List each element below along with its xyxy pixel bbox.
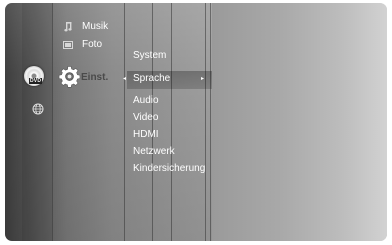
photo-icon [63,41,73,49]
column-divider [52,3,53,241]
submenu-item-hdmi[interactable]: HDMI [133,129,159,141]
submenu-item-video[interactable]: Video [133,112,158,124]
menu-item-settings-label: Einst. [81,72,109,83]
gear-icon [58,66,81,88]
tv-screen: Musik Foto System DVD Einst. ◂ Sprache ▸… [5,3,387,241]
left-arrow-icon: ◂ [123,76,127,82]
menu-item-photo-label: Foto [82,39,103,50]
submenu-item-netzwerk[interactable]: Netzwerk [133,146,175,158]
column-divider [124,3,125,241]
info-panel [212,3,387,241]
menu-item-settings[interactable] [58,65,81,88]
music-note-icon [64,22,72,32]
submenu-item-kindersicherung[interactable]: Kindersicherung [133,163,205,175]
globe-icon[interactable] [32,103,44,115]
right-arrow-icon: ▸ [201,76,205,82]
column-divider [171,3,172,241]
submenu-system-label: System [133,50,167,61]
column-divider [205,3,206,241]
column-divider [210,3,211,241]
dvd-badge: DVD [29,78,43,84]
submenu-item-sprache[interactable]: Sprache [133,73,170,85]
menu-item-music-label: Musik [82,21,109,32]
submenu-item-audio[interactable]: Audio [133,95,159,107]
media-icon-column [22,3,52,241]
